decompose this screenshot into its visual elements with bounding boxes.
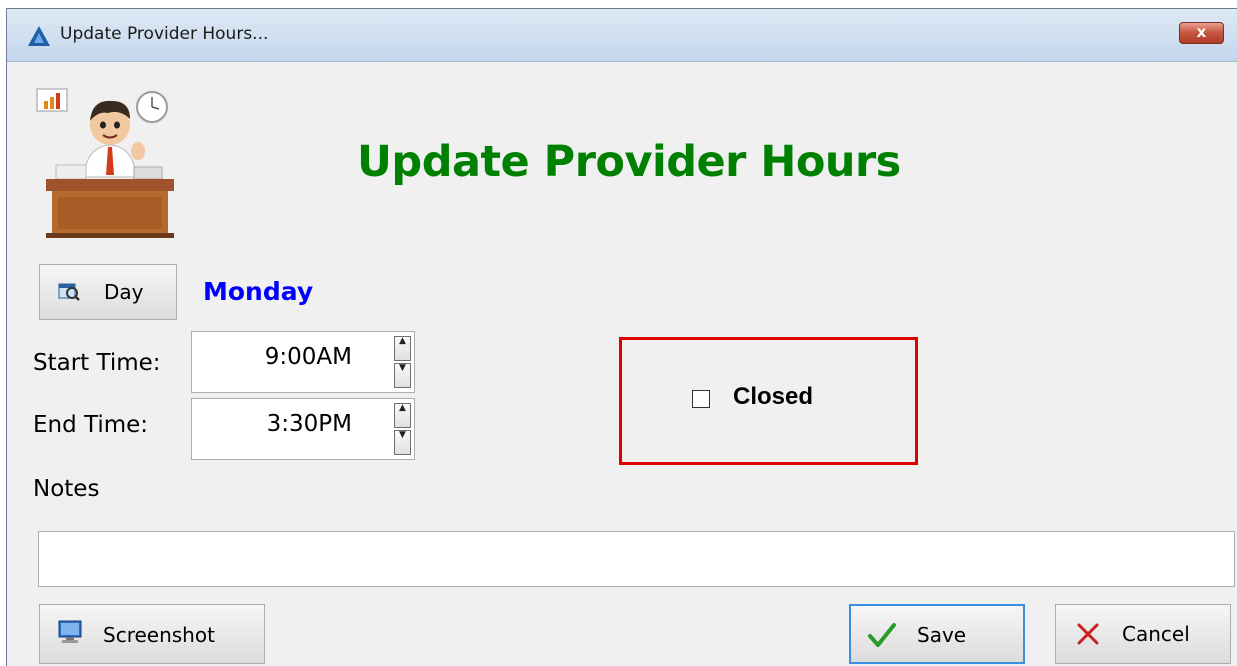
previous-content-sliver	[0, 0, 1237, 8]
start-time-spinner: ▲ ▼	[394, 332, 414, 392]
day-button-label: Day	[104, 280, 144, 304]
office-worker-illustration	[36, 88, 174, 238]
notes-label: Notes	[33, 476, 100, 502]
app-logo-icon	[28, 26, 50, 46]
start-time-field[interactable]: 9:00AM ▲ ▼	[191, 331, 415, 393]
save-button-label: Save	[917, 623, 967, 647]
page-title: Update Provider Hours	[357, 137, 901, 187]
close-button[interactable]: x	[1179, 22, 1224, 44]
screenshot-button-label: Screenshot	[103, 623, 215, 647]
close-icon: x	[1196, 23, 1207, 41]
screenshot-button[interactable]: Screenshot	[39, 604, 265, 664]
start-time-down-button[interactable]: ▼	[394, 363, 411, 388]
closed-frame: Closed	[619, 337, 918, 465]
calendar-search-icon	[58, 283, 80, 301]
day-value: Monday	[203, 277, 314, 306]
cancel-button[interactable]: Cancel	[1055, 604, 1231, 664]
start-time-label: Start Time:	[33, 350, 161, 376]
day-button[interactable]: Day	[39, 264, 177, 320]
window-title: Update Provider Hours...	[60, 24, 269, 44]
save-button[interactable]: Save	[849, 604, 1025, 664]
notes-input[interactable]	[38, 531, 1235, 587]
closed-checkbox-label[interactable]: Closed	[733, 383, 813, 411]
end-time-spinner: ▲ ▼	[394, 399, 414, 459]
start-time-value: 9:00AM	[264, 344, 352, 370]
cancel-button-label: Cancel	[1122, 622, 1190, 646]
title-bar[interactable]: Update Provider Hours... x	[7, 9, 1237, 62]
end-time-up-button[interactable]: ▲	[394, 403, 411, 428]
end-time-label: End Time:	[33, 412, 149, 438]
end-time-field[interactable]: 3:30PM ▲ ▼	[191, 398, 415, 460]
closed-checkbox[interactable]	[692, 390, 710, 408]
start-time-up-button[interactable]: ▲	[394, 336, 411, 361]
x-icon	[1077, 623, 1099, 645]
end-time-value: 3:30PM	[266, 411, 352, 437]
monitor-icon	[58, 620, 82, 643]
end-time-down-button[interactable]: ▼	[394, 430, 411, 455]
dialog-window: Update Provider Hours... x Update Provid…	[6, 8, 1237, 666]
checkmark-icon	[868, 623, 896, 647]
